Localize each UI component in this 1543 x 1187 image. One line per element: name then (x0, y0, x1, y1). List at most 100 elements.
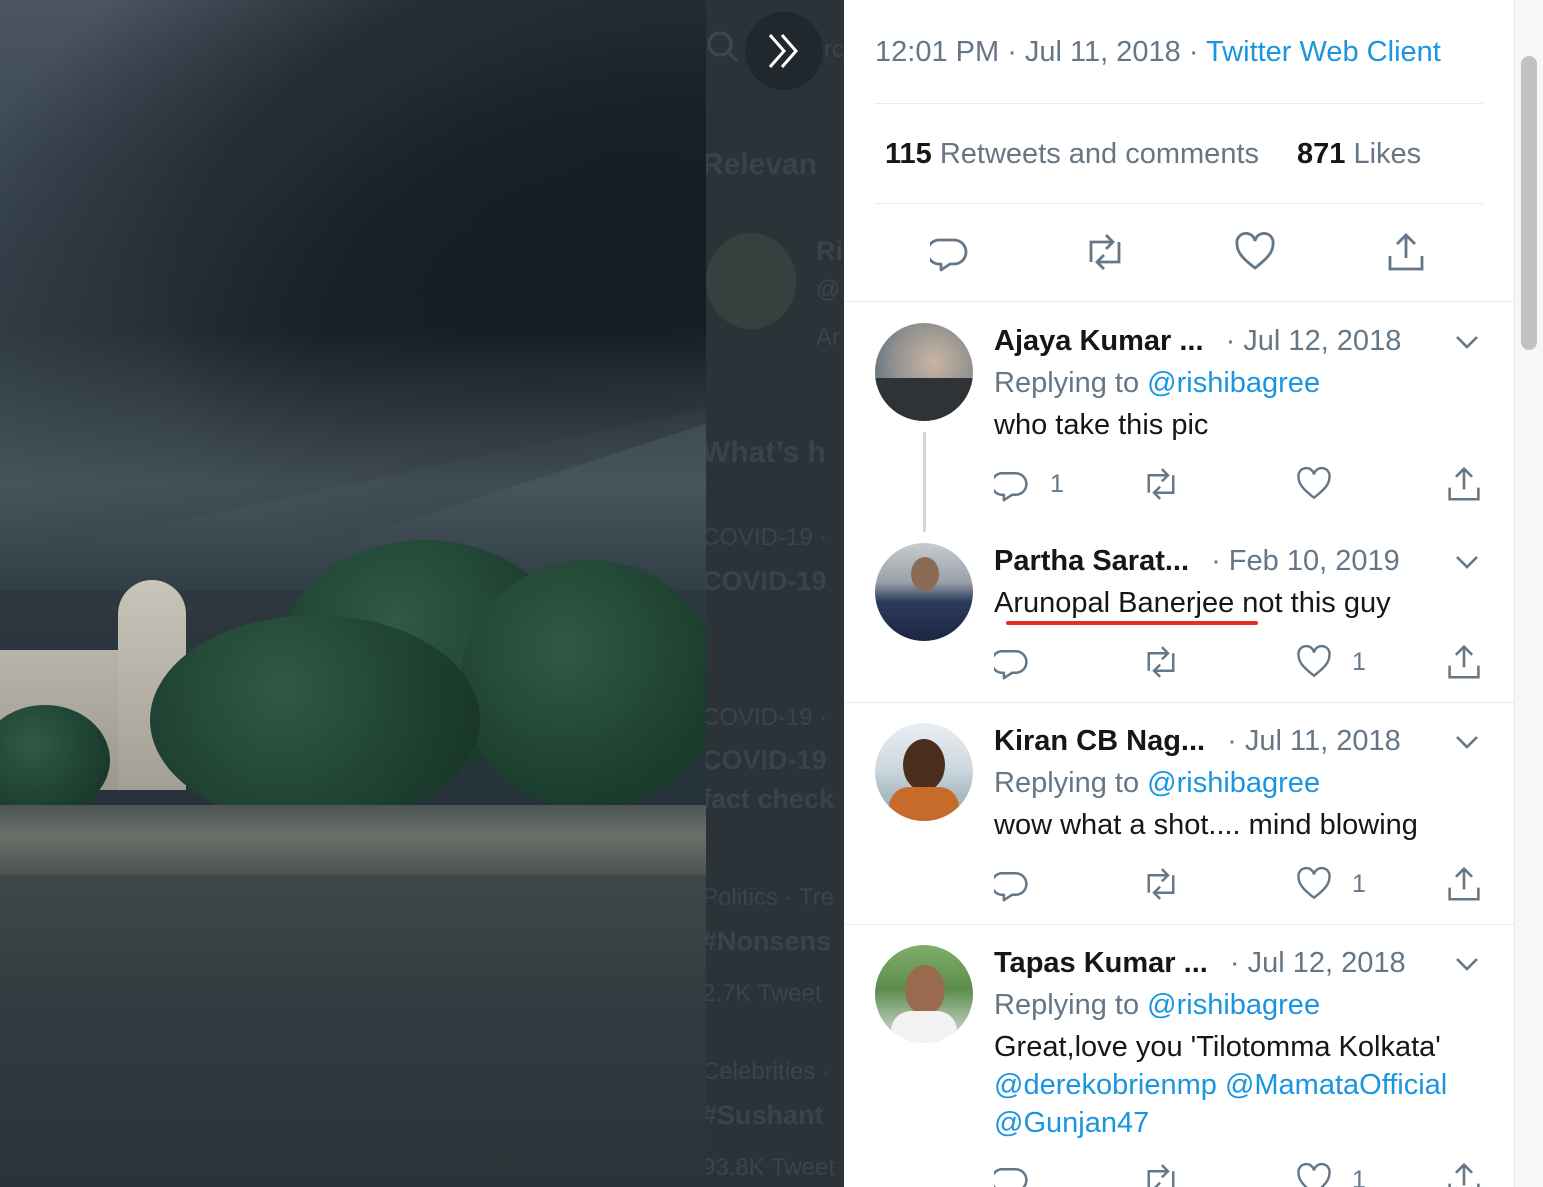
reply-actions: 1 (844, 1162, 1514, 1187)
background-text: Ar (816, 324, 840, 351)
reply-button[interactable] (994, 866, 1050, 902)
reply-author-name[interactable]: Ajaya Kumar ... (994, 325, 1204, 357)
tweet-client-link[interactable]: Twitter Web Client (1206, 36, 1441, 68)
avatar[interactable] (875, 543, 973, 641)
tweet-detail-panel: 12:01 PM · Jul 11, 2018 · Twitter Web Cl… (844, 0, 1514, 1187)
like-button[interactable]: 1 (1296, 1162, 1366, 1187)
tweet-photo[interactable] (0, 0, 706, 1187)
avatar[interactable] (875, 323, 973, 421)
retweet-button[interactable] (1140, 644, 1182, 680)
divider (875, 103, 1483, 104)
mention-link[interactable]: @MamataOfficial (1225, 1069, 1447, 1101)
share-button[interactable] (1446, 466, 1482, 502)
like-icon (1296, 644, 1332, 680)
like-button[interactable]: 1 (1296, 866, 1366, 902)
reply-icon (994, 466, 1030, 502)
reply-text-rest: not this guy (1234, 587, 1391, 619)
divider (844, 301, 1514, 302)
replying-to: Replying to @rishibagree (994, 367, 1320, 400)
share-button[interactable] (1446, 1162, 1482, 1187)
background-page-dimmed: rc Relevan Ri @ Ar What’s h COVID-19 · C… (706, 0, 844, 1187)
tweet-time: 12:01 PM (875, 36, 1000, 68)
reply-icon[interactable] (930, 232, 970, 272)
like-icon[interactable] (1234, 232, 1276, 272)
share-button[interactable] (1446, 866, 1482, 902)
replying-to-handle[interactable]: @rishibagree (1147, 989, 1320, 1021)
chevron-down-icon[interactable] (1454, 333, 1480, 351)
retweet-icon (1140, 866, 1182, 902)
background-trend-title: COVID-19 (706, 566, 827, 596)
retweet-button[interactable] (1140, 866, 1182, 902)
reply-button[interactable]: 1 (994, 466, 1064, 502)
divider (844, 924, 1514, 925)
photo-tree (460, 560, 706, 810)
double-chevron-right-icon (764, 31, 804, 71)
like-button[interactable]: 1 (1296, 644, 1366, 680)
reply-count: 1 (1050, 469, 1064, 498)
reply-button[interactable] (994, 1162, 1050, 1187)
avatar[interactable] (875, 945, 973, 1043)
reply-author-name[interactable]: Partha Sarat... (994, 545, 1189, 577)
mention-link[interactable]: @Gunjan47 (994, 1107, 1149, 1139)
reply-actions: 1 (844, 644, 1514, 684)
reply-date[interactable]: · Jul 12, 2018 (1226, 325, 1402, 357)
background-name: Ri (816, 236, 843, 266)
background-search-text: rc (824, 36, 844, 63)
reply-icon (994, 1162, 1030, 1187)
tweet-date[interactable]: Jul 11, 2018 (1025, 36, 1181, 68)
replying-to-label: Replying to (994, 767, 1140, 799)
reply-author-name[interactable]: Tapas Kumar ... (994, 947, 1208, 979)
reply-button[interactable] (994, 644, 1050, 680)
photo-riverbank (0, 805, 706, 875)
replying-to: Replying to @rishibagree (994, 989, 1320, 1022)
reply-header: Kiran CB Nag... · Jul 11, 2018 (994, 725, 1401, 758)
share-icon[interactable] (1386, 232, 1426, 272)
reply-text: wow what a shot.... mind blowing (994, 809, 1418, 841)
photo-water (0, 875, 706, 1187)
reply-date[interactable]: · Jul 11, 2018 (1227, 725, 1401, 757)
reply-date[interactable]: · Feb 10, 2019 (1211, 545, 1400, 577)
background-trend-title: COVID-19 (706, 745, 827, 775)
reply-author-name[interactable]: Kiran CB Nag... (994, 725, 1205, 757)
like-icon (1296, 1162, 1332, 1187)
reply-text: Arunopal Banerjee not this guy (994, 587, 1391, 620)
chevron-down-icon[interactable] (1454, 733, 1480, 751)
like-count: 1 (1352, 1165, 1366, 1187)
replying-to-handle[interactable]: @rishibagree (1147, 367, 1320, 399)
red-underline-annotation (1006, 621, 1258, 625)
retweet-icon (1140, 1162, 1182, 1187)
retweet-button[interactable] (1140, 1162, 1182, 1187)
replying-to-handle[interactable]: @rishibagree (1147, 767, 1320, 799)
background-handle: @ (816, 276, 841, 303)
search-icon (706, 30, 740, 64)
divider (875, 203, 1483, 204)
tweet-stats: 115 Retweets and comments 871 Likes (885, 138, 1421, 171)
chevron-down-icon[interactable] (1454, 553, 1480, 571)
reply-actions: 1 (844, 866, 1514, 906)
reply-text-underlined: Arunopal Banerjee (994, 587, 1235, 619)
like-button[interactable] (1296, 466, 1352, 502)
reply-icon (994, 644, 1030, 680)
scrollbar-thumb[interactable] (1521, 56, 1537, 350)
retweets-stat[interactable]: 115 Retweets and comments (885, 138, 1259, 170)
mention-link[interactable]: @derekobrienmp (994, 1069, 1217, 1101)
likes-count: 871 (1297, 138, 1346, 170)
retweet-button[interactable] (1140, 466, 1182, 502)
replying-to: Replying to @rishibagree (994, 767, 1320, 800)
replying-to-label: Replying to (994, 367, 1140, 399)
retweet-icon[interactable] (1081, 232, 1129, 272)
background-trend-sub: fact check (706, 784, 835, 814)
background-avatar (706, 233, 796, 329)
scrollbar[interactable] (1514, 0, 1543, 1187)
divider (844, 702, 1514, 703)
expand-panel-button[interactable] (745, 12, 823, 90)
reply-mentions: @derekobrienmp @MamataOfficial (994, 1069, 1447, 1102)
chevron-down-icon[interactable] (1454, 955, 1480, 973)
background-trend-category: COVID-19 · (706, 704, 828, 731)
reply-date[interactable]: · Jul 12, 2018 (1230, 947, 1406, 979)
avatar[interactable] (875, 723, 973, 821)
likes-stat[interactable]: 871 Likes (1297, 138, 1421, 170)
background-trend-category: Celebrities · (706, 1058, 831, 1085)
photo-tree (150, 615, 480, 825)
share-button[interactable] (1446, 644, 1482, 680)
